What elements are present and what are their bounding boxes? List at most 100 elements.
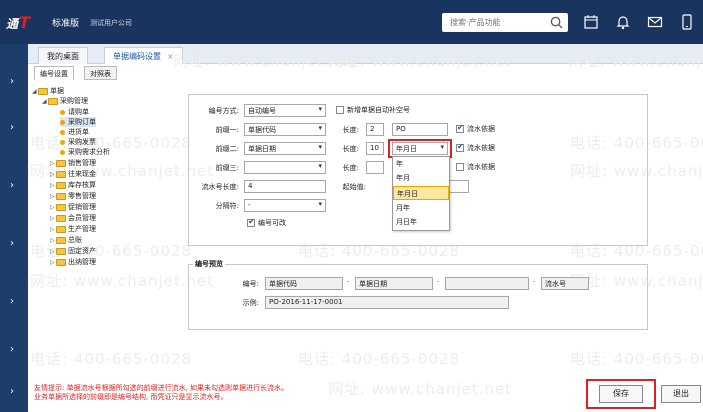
folder-icon: [56, 214, 66, 222]
tree-folder[interactable]: ▷ 库存核算: [50, 180, 96, 190]
prefix1-serial-checkbox[interactable]: [456, 123, 464, 133]
sidebar-expand-icon[interactable]: ›: [10, 122, 14, 133]
search-icon[interactable]: [550, 16, 563, 29]
tree-folder[interactable]: ▷ 往来现金: [50, 169, 96, 179]
sidebar-expand-icon[interactable]: ›: [10, 180, 14, 191]
tree-folder[interactable]: ▷ 总账: [50, 235, 82, 245]
item-dot-icon: [60, 139, 65, 145]
separator-dot: ·: [437, 278, 440, 286]
serial-length-input[interactable]: 4: [244, 180, 326, 193]
tab-numbering-settings[interactable]: 单据编码设置 ×: [104, 47, 183, 64]
prefix1-text-input[interactable]: PO: [392, 123, 448, 136]
separator-label: 分隔符:: [215, 202, 239, 210]
dropdown-option[interactable]: 月年: [393, 201, 449, 215]
tree-label: 进货单: [68, 128, 89, 136]
sidebar-expand-icon[interactable]: ›: [10, 238, 14, 249]
edition-label: 标准版: [52, 19, 80, 29]
prefix2-length-input[interactable]: 10: [366, 142, 384, 155]
date-format-dropdown[interactable]: 年 年月 年月日 月年 月日年: [392, 156, 450, 231]
mode-select[interactable]: 自动编号 ▾: [244, 104, 326, 117]
prefix3-label: 前缀三:: [215, 164, 239, 172]
tree-folder[interactable]: ▷ 固定资产: [50, 246, 96, 256]
subtab-numbering[interactable]: 编号设置: [34, 66, 74, 80]
separator-select[interactable]: - ▾: [244, 199, 326, 212]
prefix2-serial-checkbox[interactable]: [456, 142, 464, 152]
prefix1-select[interactable]: 单据代码 ▾: [244, 123, 326, 136]
tree-folder[interactable]: ▷ 生产管理: [50, 224, 96, 234]
prefix3-length-input[interactable]: [366, 161, 384, 174]
mode-value: 自动编号: [248, 107, 276, 115]
search-box[interactable]: [442, 13, 568, 32]
folder-icon: [56, 247, 66, 255]
separator-dot: ·: [533, 278, 536, 286]
tree-item[interactable]: 进货单: [60, 127, 89, 137]
watermark: 电话: 400-665-0028: [30, 350, 193, 368]
watermark: 电话: 400-665-0028: [30, 134, 193, 152]
dropdown-option[interactable]: 年: [393, 157, 449, 171]
auto-fill-checkbox[interactable]: [336, 106, 344, 114]
prefix3-serial-checkbox[interactable]: [456, 163, 464, 171]
prefix1-value: 单据代码: [248, 126, 276, 134]
tree-item[interactable]: 采购需求分析: [60, 147, 110, 157]
serial-basis-label: 流水依据: [467, 125, 495, 133]
subtab-reference[interactable]: 对照表: [84, 66, 117, 80]
prefix2-label: 前缀二:: [215, 145, 239, 153]
main-content: 网址: www.chanjet.net 网址: www.chanjet.net …: [28, 52, 703, 412]
hint-line: 友情提示: 单据流水号根据所勾选的前缀进行流水, 如果未勾选则单据进行长流水。: [34, 384, 289, 392]
tree-label: 出纳管理: [68, 258, 96, 266]
left-sidebar: › › › › › › ›: [0, 44, 28, 412]
folder-icon: [48, 97, 58, 105]
search-input[interactable]: [450, 16, 542, 29]
watermark: 网址: www.chanjet.net: [328, 52, 513, 70]
folder-icon: [56, 203, 66, 211]
prefix1-label: 前缀一:: [215, 126, 239, 134]
folder-icon: [38, 87, 48, 95]
save-button[interactable]: 保存: [599, 385, 643, 403]
mobile-icon[interactable]: [678, 13, 696, 31]
tree-folder[interactable]: ▷ 零售管理: [50, 191, 96, 201]
tree-label: 促销管理: [68, 203, 96, 211]
dropdown-option[interactable]: 年月: [393, 171, 449, 185]
company-name: 测试用户公司: [90, 19, 132, 27]
tree-item[interactable]: 请购单: [60, 107, 89, 117]
sidebar-expand-icon[interactable]: ›: [10, 344, 14, 355]
example-value: PO-2016-11-17-0001: [265, 296, 509, 309]
sidebar-expand-icon[interactable]: ›: [10, 76, 14, 87]
dropdown-option-selected[interactable]: 年月日: [393, 186, 449, 200]
numbering-preview: 编号预览 编号: 单据代码 · 单据日期 · · 流水号 示例: PO-2016…: [188, 259, 648, 330]
bell-icon[interactable]: [614, 13, 632, 31]
mail-icon[interactable]: [646, 13, 664, 31]
dropdown-caret-icon: ▾: [318, 162, 322, 170]
tree-folder[interactable]: ▷ 会员管理: [50, 213, 96, 223]
calendar-icon[interactable]: [582, 13, 600, 31]
exit-button[interactable]: 退出: [661, 385, 701, 403]
tree-label: 采购订单: [68, 118, 96, 126]
tree-folder[interactable]: ▷ 促销管理: [50, 202, 96, 212]
preview-part: 流水号: [541, 277, 589, 290]
watermark: 电话: 400-665-0028: [570, 350, 703, 368]
length-label: 长度:: [342, 164, 359, 172]
tab-numbering-label: 单据编码设置: [113, 52, 161, 61]
sidebar-expand-icon[interactable]: ›: [10, 296, 14, 307]
serial-basis-label: 流水依据: [467, 144, 495, 152]
prefix2-select[interactable]: 单据日期 ▾: [244, 142, 326, 155]
editable-checkbox[interactable]: [247, 217, 255, 227]
tab-home[interactable]: 我的桌面: [38, 47, 88, 64]
serial-length-label: 流水号长度:: [201, 183, 239, 191]
sidebar-expand-icon[interactable]: ›: [10, 386, 14, 397]
tree-item[interactable]: 采购订单: [60, 117, 96, 127]
tree-item[interactable]: 采购发票: [60, 137, 96, 147]
folder-icon: [56, 236, 66, 244]
prefix1-length-input[interactable]: 2: [366, 123, 384, 136]
tree-label: 固定资产: [68, 247, 96, 255]
tree-node-root[interactable]: ◢ 单据: [32, 86, 64, 96]
item-dot-icon: [60, 129, 65, 135]
tree-folder[interactable]: ▷ 销售管理: [50, 158, 96, 168]
mode-label: 编号方式:: [208, 107, 239, 115]
tree-folder[interactable]: ▷ 出纳管理: [50, 257, 96, 267]
tree-node-purchase[interactable]: ◢ 采购管理: [42, 96, 88, 106]
dropdown-option[interactable]: 月日年: [393, 215, 449, 229]
logo-text: 通: [6, 17, 20, 31]
prefix3-select[interactable]: ▾: [244, 161, 326, 174]
dropdown-caret-icon: ▾: [318, 143, 322, 151]
